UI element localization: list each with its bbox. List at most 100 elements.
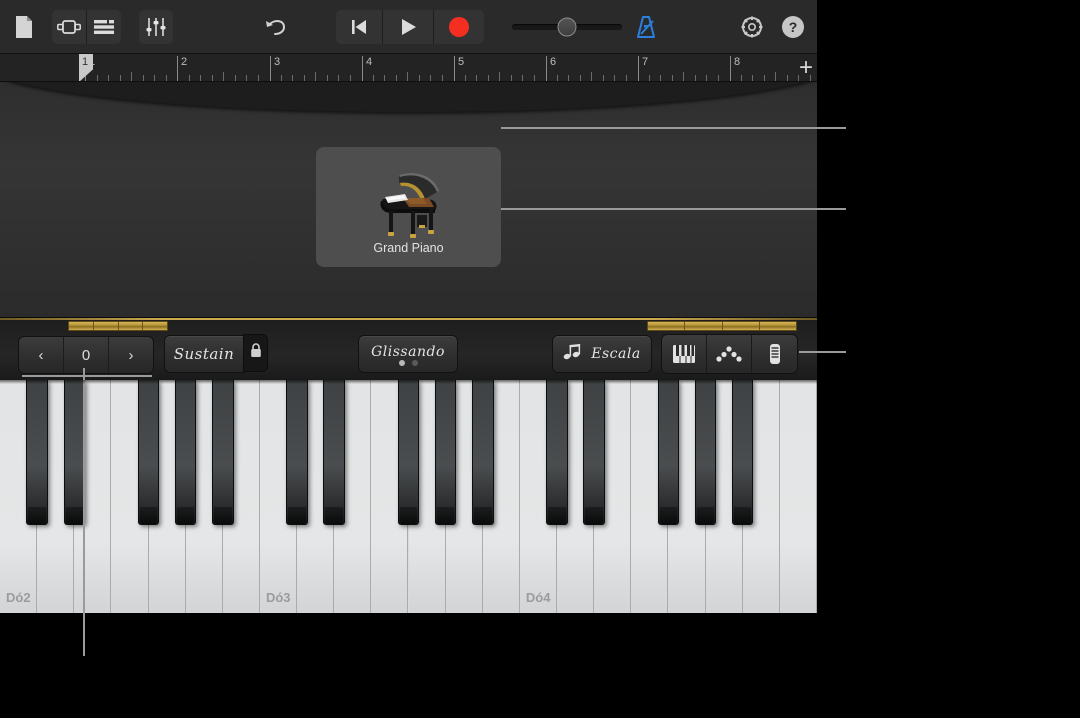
help-label[interactable]: ? (782, 16, 804, 38)
black-key[interactable] (26, 380, 48, 525)
ruler-tick (315, 72, 316, 81)
play-icon[interactable] (383, 10, 433, 44)
octave-up-button[interactable]: › (109, 337, 153, 373)
sustain-label: Sustain (174, 345, 235, 363)
octave-value: 0 (64, 337, 109, 373)
ruler-tick (465, 75, 466, 81)
black-key[interactable] (64, 380, 86, 525)
ruler-tick (143, 75, 144, 81)
keyboard-top-shadow (0, 380, 817, 384)
tracks-view-icon[interactable] (87, 10, 121, 44)
page-dot-2[interactable] (412, 360, 418, 366)
sustain-button[interactable]: Sustain (164, 335, 244, 373)
ruler-tick (235, 75, 236, 81)
help-button[interactable]: ? (782, 16, 804, 38)
black-key[interactable] (732, 380, 754, 525)
top-toolbar: ? (0, 0, 817, 54)
ruler-tick (407, 72, 408, 81)
ruler-tick (292, 75, 293, 81)
bar-label-4: 4 (362, 56, 372, 82)
ruler-tick (442, 75, 443, 81)
glissando-label: Glissando (371, 344, 445, 360)
bar-label-7: 7 (638, 56, 648, 82)
black-key[interactable] (658, 380, 680, 525)
black-key[interactable] (175, 380, 197, 525)
octave-stepper-underline (22, 375, 152, 377)
black-key[interactable] (583, 380, 605, 525)
keyboard-view-modes (661, 334, 798, 374)
black-key[interactable] (212, 380, 234, 525)
octave-down-button[interactable]: ‹ (19, 337, 64, 373)
gear-icon[interactable] (738, 13, 766, 41)
bar-label-6: 6 (546, 56, 556, 82)
octave-label: Dó3 (266, 590, 291, 605)
ruler-tick (614, 75, 615, 81)
piano-keys-icon[interactable] (662, 335, 707, 373)
hinge-left (68, 321, 168, 331)
record-icon[interactable] (434, 10, 484, 44)
ruler-tick (281, 75, 282, 81)
ruler-tick (189, 75, 190, 81)
ruler-tick (476, 75, 477, 81)
instrument-card[interactable]: Grand Piano (316, 147, 501, 267)
document-icon[interactable] (12, 13, 36, 41)
octave-label: Dó2 (6, 590, 31, 605)
note-strip-icon[interactable] (752, 335, 797, 373)
black-key[interactable] (435, 380, 457, 525)
metronome-icon[interactable] (632, 13, 660, 41)
ruler-tick (246, 75, 247, 81)
undo-icon[interactable] (262, 13, 290, 41)
rewind-icon[interactable] (336, 10, 382, 44)
glissando-page-dots[interactable] (399, 360, 418, 366)
black-key[interactable] (323, 380, 345, 525)
garageband-app: ? 1 2 3 4 5 6 7 8 1 + (0, 0, 817, 613)
ruler-tick (568, 75, 569, 81)
octave-stepper[interactable]: ‹ 0 › (18, 336, 154, 374)
timeline-ruler[interactable]: 1 2 3 4 5 6 7 8 1 + (0, 54, 817, 82)
black-key[interactable] (398, 380, 420, 525)
master-volume-slider[interactable] (512, 24, 622, 30)
black-key[interactable] (546, 380, 568, 525)
ruler-tick (327, 75, 328, 81)
hinge-right (647, 321, 797, 331)
page-dot-1[interactable] (399, 360, 405, 366)
instrument-view-icon[interactable] (52, 10, 86, 44)
black-key[interactable] (286, 380, 308, 525)
volume-knob[interactable] (558, 17, 577, 36)
ruler-tick (764, 75, 765, 81)
ruler-tick (741, 75, 742, 81)
white-key[interactable] (780, 380, 817, 613)
add-section-button[interactable]: + (799, 58, 813, 78)
bar-label-2: 2 (177, 56, 187, 82)
ruler-tick (223, 72, 224, 81)
sustain-lock-button[interactable] (243, 334, 268, 372)
ruler-tick (212, 75, 213, 81)
glissando-button[interactable]: Glissando (358, 335, 458, 373)
playhead-bar-number: 1 (82, 56, 88, 68)
ruler-tick (752, 75, 753, 81)
mixer-button[interactable] (139, 10, 173, 44)
bar-label-5: 5 (454, 56, 464, 82)
ruler-tick (557, 75, 558, 81)
ruler-tick (787, 75, 788, 81)
grand-piano-icon (365, 165, 453, 248)
ruler-tick (166, 75, 167, 81)
ruler-tick (649, 75, 650, 81)
ruler-tick (419, 75, 420, 81)
piano-keyboard[interactable]: Dó2Dó3Dó4 (0, 380, 817, 613)
ruler-tick (522, 75, 523, 81)
chord-dots-icon[interactable] (707, 335, 752, 373)
ruler-tick (97, 75, 98, 81)
ruler-tick (603, 75, 604, 81)
black-key[interactable] (138, 380, 160, 525)
scale-button[interactable]: Escala (552, 335, 652, 373)
ruler-tick (660, 75, 661, 81)
ruler-tick (695, 75, 696, 81)
ruler-tick (683, 72, 684, 81)
scale-label: Escala (591, 346, 640, 362)
eighth-notes-icon (563, 343, 583, 366)
black-key[interactable] (472, 380, 494, 525)
black-key[interactable] (695, 380, 717, 525)
mixer-icon[interactable] (139, 10, 173, 44)
volume-track[interactable] (512, 24, 622, 30)
